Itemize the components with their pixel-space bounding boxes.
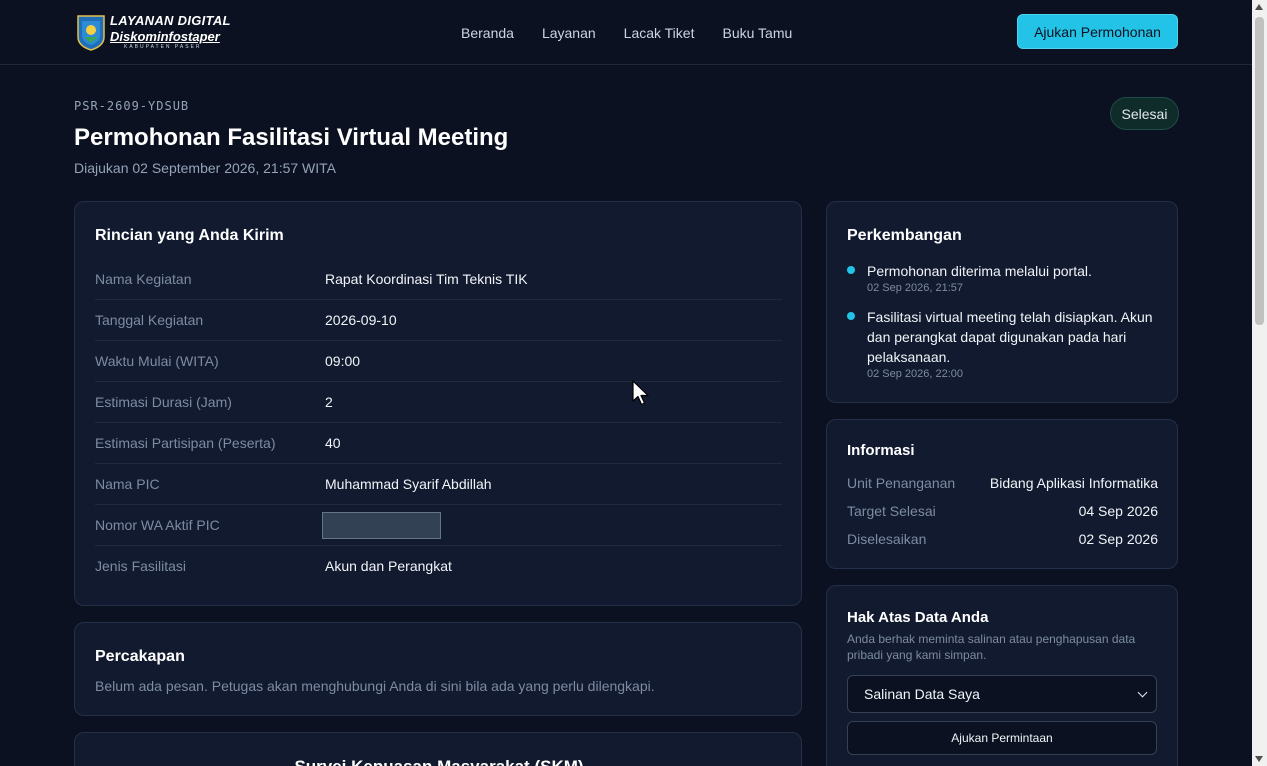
nav-lacak-tiket[interactable]: Lacak Tiket	[624, 25, 695, 41]
detail-value: Akun dan Perangkat	[325, 558, 452, 574]
submit-request-button[interactable]: Ajukan Permohonan	[1017, 14, 1178, 49]
survey-title: Survei Kepuasan Masyarakat (SKM)	[75, 757, 803, 766]
info-value: 04 Sep 2026	[1078, 503, 1158, 519]
info-card: Informasi Unit Penanganan Bidang Aplikas…	[826, 419, 1178, 569]
data-rights-card: Hak Atas Data Anda Anda berhak meminta s…	[826, 585, 1178, 766]
detail-row: Tanggal Kegiatan 2026-09-10	[95, 300, 782, 341]
detail-row: Estimasi Partisipan (Peserta) 40	[95, 423, 782, 464]
chevron-down-icon	[1137, 687, 1148, 698]
conversation-card: Percakapan Belum ada pesan. Petugas akan…	[74, 622, 802, 716]
info-title: Informasi	[847, 442, 915, 459]
page-title: Permohonan Fasilitasi Virtual Meeting	[74, 124, 509, 151]
detail-label: Nama PIC	[95, 476, 160, 492]
timeline-time: 02 Sep 2026, 22:00	[867, 368, 964, 380]
info-label: Target Selesai	[847, 503, 936, 519]
details-title: Rincian yang Anda Kirim	[95, 227, 284, 244]
site-logo[interactable]: LAYANAN DIGITAL Diskominfostaper KABUPAT…	[76, 12, 231, 52]
submitted-date: Diajukan 02 September 2026, 21:57 WITA	[74, 160, 337, 176]
detail-label: Jenis Fasilitasi	[95, 558, 187, 574]
ticket-id: PSR-2609-YDSUB	[74, 99, 190, 113]
data-rights-description: Anda berhak meminta salinan atau penghap…	[847, 632, 1136, 662]
scroll-down-arrow-icon[interactable]	[1255, 756, 1263, 762]
conversation-title: Percakapan	[95, 648, 185, 665]
details-card: Rincian yang Anda Kirim Nama Kegiatan Ra…	[74, 201, 802, 606]
timeline-dot-icon	[847, 266, 855, 274]
detail-row: Waktu Mulai (WITA) 09:00	[95, 341, 782, 382]
detail-value: 09:00	[325, 353, 361, 369]
detail-label: Nama Kegiatan	[95, 271, 192, 287]
detail-label: Waktu Mulai (WITA)	[95, 353, 219, 369]
redacted-phone-number	[322, 512, 441, 539]
detail-row: Estimasi Durasi (Jam) 2	[95, 382, 782, 423]
info-row: Diselesaikan 02 Sep 2026	[847, 531, 1158, 551]
select-value: Salinan Data Saya	[864, 686, 980, 702]
detail-row: Nama Kegiatan Rapat Koordinasi Tim Tekni…	[95, 259, 782, 300]
detail-value: Rapat Koordinasi Tim Teknis TIK	[325, 271, 528, 287]
nav-layanan[interactable]: Layanan	[542, 25, 596, 41]
nav-buku-tamu[interactable]: Buku Tamu	[722, 25, 792, 41]
timeline-time: 02 Sep 2026, 21:57	[867, 282, 964, 294]
timeline-dot-icon	[847, 312, 855, 320]
info-value: 02 Sep 2026	[1078, 531, 1158, 547]
progress-card: Perkembangan Permohonan diterima melalui…	[826, 201, 1178, 403]
logo-title: LAYANAN DIGITAL	[110, 13, 231, 28]
detail-row: Jenis Fasilitasi Akun dan Perangkat	[95, 546, 782, 587]
detail-value: 2	[325, 394, 333, 410]
progress-title: Perkembangan	[847, 227, 962, 244]
detail-row: Nomor WA Aktif PIC	[95, 505, 782, 546]
submit-data-request-button[interactable]: Ajukan Permintaan	[847, 721, 1157, 755]
site-header: LAYANAN DIGITAL Diskominfostaper KABUPAT…	[0, 0, 1252, 65]
detail-label: Tanggal Kegiatan	[95, 312, 204, 328]
mouse-cursor-icon	[632, 380, 652, 413]
detail-label: Estimasi Partisipan (Peserta)	[95, 435, 276, 451]
nav-beranda[interactable]: Beranda	[461, 25, 514, 41]
detail-label: Estimasi Durasi (Jam)	[95, 394, 232, 410]
detail-row: Nama PIC Muhammad Syarif Abdillah	[95, 464, 782, 505]
detail-label: Nomor WA Aktif PIC	[95, 517, 220, 533]
data-request-type-select[interactable]: Salinan Data Saya	[847, 675, 1157, 713]
detail-value: Muhammad Syarif Abdillah	[325, 476, 492, 492]
scroll-up-arrow-icon[interactable]	[1255, 4, 1263, 10]
main-nav: Beranda Layanan Lacak Tiket Buku Tamu	[461, 0, 820, 65]
timeline-item: Fasilitasi virtual meeting telah disiapk…	[847, 307, 1159, 380]
regency-emblem-icon	[76, 13, 106, 51]
detail-value: 40	[325, 435, 341, 451]
page-scrollbar[interactable]	[1252, 0, 1267, 766]
detail-value: 2026-09-10	[325, 312, 397, 328]
conversation-empty-message: Belum ada pesan. Petugas akan menghubung…	[95, 678, 655, 694]
logo-subtitle: Diskominfostaper	[110, 29, 220, 44]
logo-region: KABUPATEN PASER	[124, 44, 202, 50]
status-badge: Selesai	[1110, 97, 1179, 130]
data-rights-title: Hak Atas Data Anda	[847, 609, 989, 626]
info-value: Bidang Aplikasi Informatika	[989, 475, 1158, 491]
info-label: Diselesaikan	[847, 531, 927, 547]
timeline-text: Fasilitasi virtual meeting telah disiapk…	[867, 309, 1153, 365]
timeline-text: Permohonan diterima melalui portal.	[867, 263, 1092, 279]
timeline-item: Permohonan diterima melalui portal. 02 S…	[847, 261, 1159, 294]
info-row: Unit Penanganan Bidang Aplikasi Informat…	[847, 475, 1158, 495]
info-label: Unit Penanganan	[847, 475, 956, 491]
info-row: Target Selesai 04 Sep 2026	[847, 503, 1158, 523]
scroll-thumb[interactable]	[1255, 17, 1264, 325]
survey-card: Survei Kepuasan Masyarakat (SKM)	[74, 732, 802, 766]
